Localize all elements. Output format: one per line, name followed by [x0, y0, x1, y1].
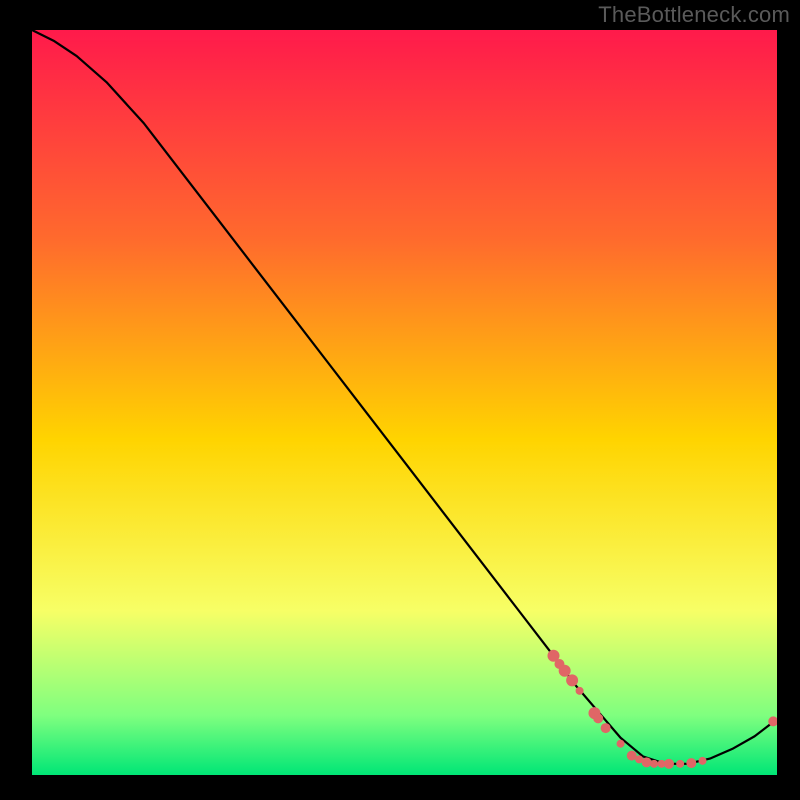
data-marker	[559, 665, 571, 677]
data-marker	[676, 760, 684, 768]
data-marker	[699, 757, 707, 765]
chart-container: TheBottleneck.com	[0, 0, 800, 800]
data-marker	[642, 757, 652, 767]
data-marker	[617, 740, 625, 748]
data-marker	[593, 713, 603, 723]
data-marker	[686, 758, 696, 768]
data-marker	[566, 674, 578, 686]
data-marker	[601, 723, 611, 733]
data-marker	[576, 687, 584, 695]
chart-svg	[32, 30, 777, 775]
gradient-background	[32, 30, 777, 775]
attribution-text: TheBottleneck.com	[598, 2, 790, 28]
data-marker	[664, 759, 674, 769]
plot-area	[32, 30, 777, 775]
data-marker	[650, 760, 658, 768]
